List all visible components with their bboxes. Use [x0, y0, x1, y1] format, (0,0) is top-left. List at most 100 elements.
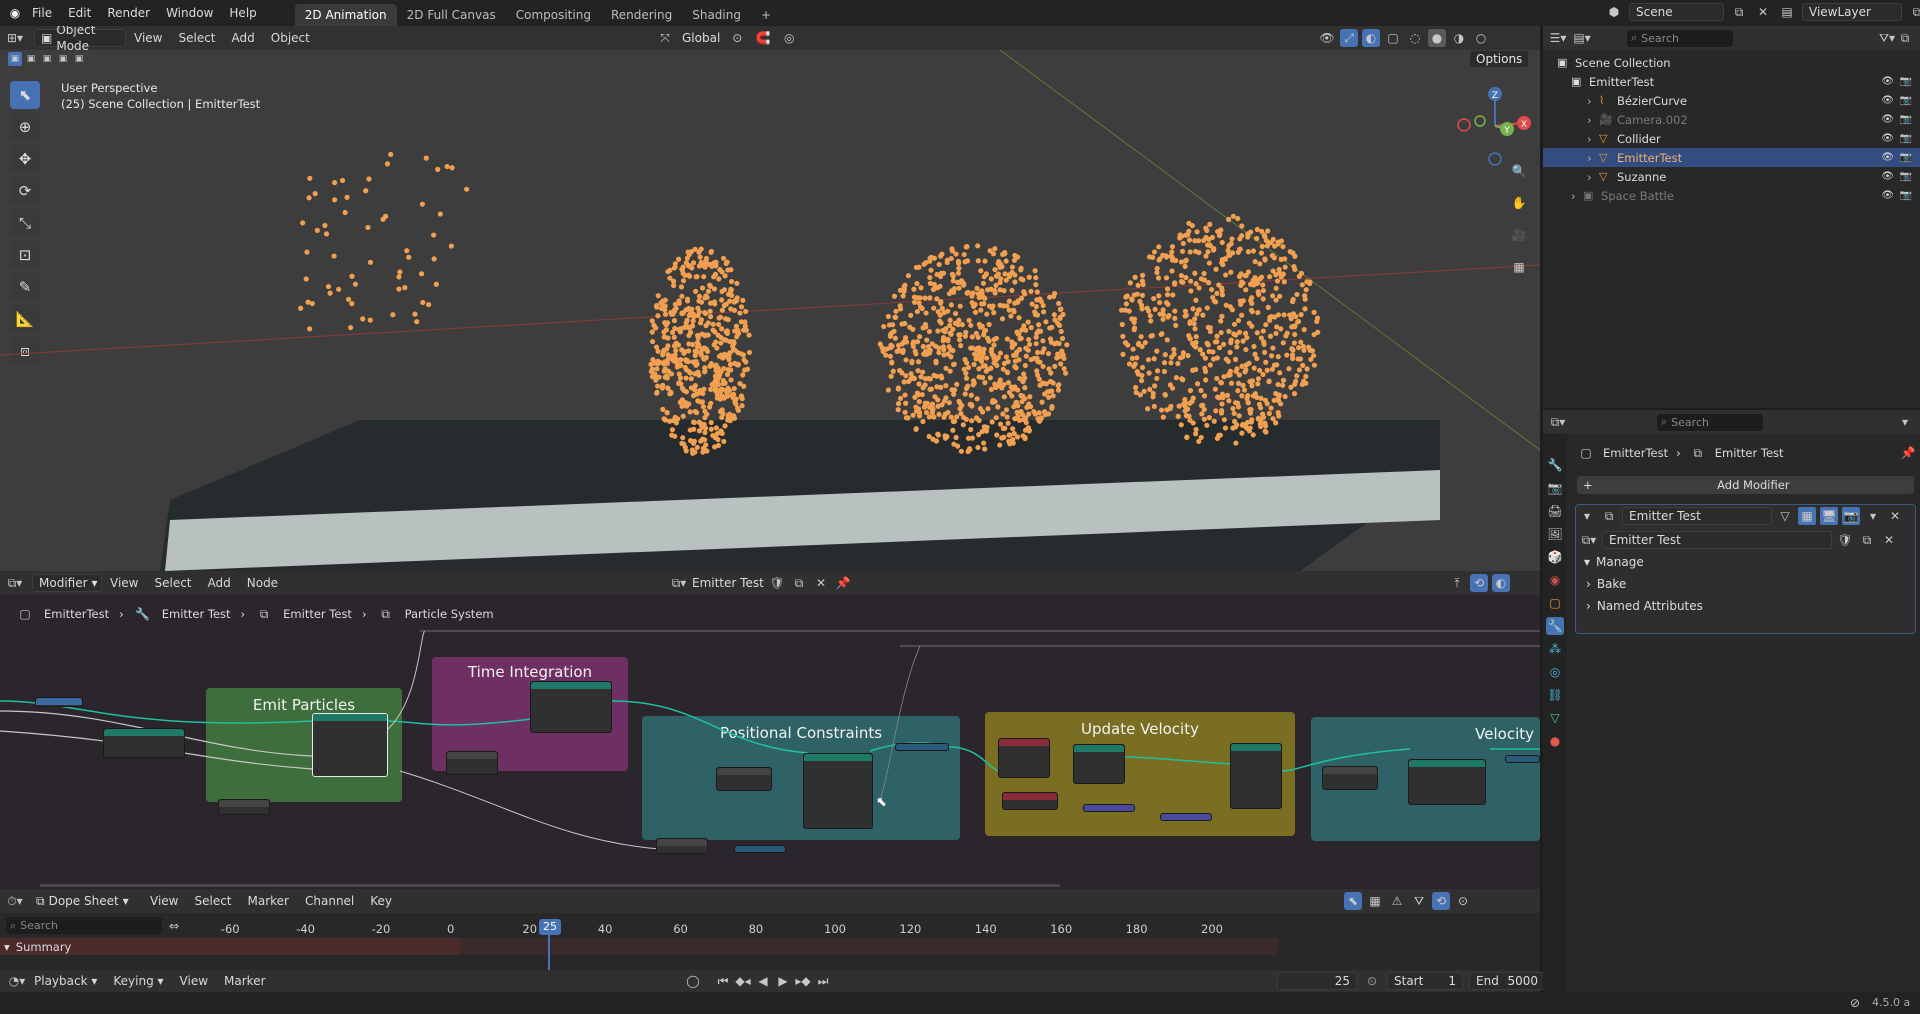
outliner-item[interactable]: › ▽ EmitterTest 👁 📷 — [1543, 148, 1920, 167]
end-frame-field[interactable]: End 5000 — [1469, 972, 1545, 990]
node-divide[interactable] — [1160, 813, 1212, 821]
world-tab-icon[interactable]: ◉ — [1546, 571, 1564, 589]
expand-chevron-icon[interactable]: › — [1587, 94, 1599, 108]
node-move-particles[interactable] — [530, 681, 612, 733]
visibility-eye-icon[interactable]: 👁 — [1881, 171, 1894, 182]
tab-2d-animation[interactable]: 2D Animation — [294, 4, 397, 26]
new-view-layer-icon[interactable]: ⧉ — [1908, 3, 1920, 21]
data-tab-icon[interactable]: ▽ — [1546, 709, 1564, 727]
add-modifier-button[interactable]: + Add Modifier — [1577, 476, 1914, 494]
visibility-eye-icon[interactable]: 👁 — [1881, 152, 1894, 163]
proportional-icon[interactable]: ⊙ — [1454, 892, 1472, 910]
start-frame-field[interactable]: Start 1 — [1387, 972, 1463, 990]
solid-shading-icon[interactable]: ● — [1428, 29, 1446, 47]
summary-track[interactable] — [460, 938, 1278, 955]
scene-selector[interactable]: Scene — [1629, 3, 1724, 21]
node-capture-attribute[interactable] — [1073, 744, 1125, 784]
filter-icon[interactable]: ⛛▾ — [1878, 29, 1896, 47]
render-tab-icon[interactable]: 📷 — [1546, 479, 1564, 497]
snap-icon[interactable]: 🧲 — [754, 29, 772, 47]
properties-editor[interactable]: ⧉▾ ⌕ Search ▾ 🔧 📷 🖨 🖼 🎲 ◉ ▢ 🔧 ⁂ ◎ ⛓ ▽ ● ▢… — [1543, 410, 1920, 992]
wireframe-shading-icon[interactable]: ◌ — [1406, 29, 1424, 47]
delete-scene-icon[interactable]: ✕ — [1754, 3, 1772, 21]
render-visibility-icon[interactable]: 📷 — [1900, 133, 1912, 144]
scene-tab-icon[interactable]: 🎲 — [1546, 548, 1564, 566]
tab-shading[interactable]: Shading — [682, 4, 751, 26]
dope-sheet-editor-icon[interactable]: ⏱▾ — [6, 892, 24, 910]
menu-view[interactable]: View — [172, 974, 216, 988]
rendered-shading-icon[interactable]: ○ — [1472, 29, 1490, 47]
visibility-eye-icon[interactable]: 👁 — [1881, 190, 1894, 201]
node-group-input[interactable] — [218, 799, 270, 815]
menu-select[interactable]: Select — [186, 894, 239, 908]
blender-logo-icon[interactable]: ◉ — [6, 4, 24, 22]
pan-icon[interactable]: ✋ — [1506, 190, 1532, 216]
outliner[interactable]: ☰▾ ▤▾ ⌕ Search ⛛▾ ⧉ ▣ Scene Collection ▣ Emi… — [1543, 26, 1920, 408]
node-add-particles[interactable] — [312, 713, 388, 777]
camera-view-icon[interactable]: 🎥 — [1506, 222, 1532, 248]
node-editor[interactable]: ⧉▾ Modifier ▾ View Select Add Node ⧉▾ Emi… — [0, 571, 1540, 889]
collapse-icon[interactable]: ▾ — [1578, 507, 1596, 525]
expand-chevron-icon[interactable]: › — [1571, 189, 1583, 203]
outliner-item[interactable]: ▣ Scene Collection — [1543, 53, 1920, 72]
outliner-item[interactable]: › ▣ Space Battle 👁 📷 — [1543, 186, 1920, 205]
outliner-search[interactable]: ⌕ Search — [1627, 29, 1733, 47]
ortho-toggle-icon[interactable]: ▦ — [1506, 254, 1532, 280]
outliner-item[interactable]: › ⌇ BézierCurve 👁 📷 — [1543, 91, 1920, 110]
node-position[interactable] — [1002, 792, 1058, 810]
duplicate-icon[interactable]: ⧉ — [1858, 531, 1876, 549]
render-icon[interactable]: 📷 — [1842, 507, 1860, 525]
view-layer-selector[interactable]: ViewLayer — [1802, 3, 1902, 21]
expand-chevron-icon[interactable]: › — [1587, 170, 1599, 184]
view-layer-tab-icon[interactable]: 🖼 — [1546, 525, 1564, 543]
object-tab-icon[interactable]: ▢ — [1546, 594, 1564, 612]
outliner-item[interactable]: › ▽ Collider 👁 📷 — [1543, 129, 1920, 148]
chevron-down-icon[interactable]: ▾ — [1896, 413, 1914, 431]
viewport-3d[interactable]: ⊞▾ ▣ Object Mode View Select Add Object ⤧… — [0, 26, 1540, 571]
new-collection-icon[interactable]: ⧉ — [1896, 29, 1914, 47]
jump-end-icon[interactable]: ⏭ — [814, 972, 832, 990]
current-frame-indicator[interactable]: 25 — [539, 919, 561, 935]
visibility-icon[interactable]: 👁 — [1318, 29, 1336, 47]
constraints-tab-icon[interactable]: ⛓ — [1546, 686, 1564, 704]
summary-channel[interactable]: ▾ Summary — [0, 938, 460, 955]
modifier-menu-icon[interactable]: ▾ — [1864, 507, 1882, 525]
show-hidden-icon[interactable]: ▦ — [1366, 892, 1384, 910]
jump-keyframe-forward-icon[interactable]: ▸◆ — [794, 972, 812, 990]
menu-view[interactable]: View — [126, 31, 170, 45]
dope-sheet-mode-selector[interactable]: ⧉ Dope Sheet ▾ — [30, 892, 142, 910]
play-icon[interactable]: ▶ — [774, 972, 792, 990]
panel-bake[interactable]: › Bake — [1576, 573, 1915, 595]
node-math[interactable] — [734, 845, 786, 853]
outliner-item[interactable]: ▣ EmitterTest 👁 📷 — [1543, 72, 1920, 91]
outliner-item[interactable]: › ▽ Suzanne 👁 📷 — [1543, 167, 1920, 186]
render-visibility-icon[interactable]: 📷 — [1900, 171, 1912, 182]
node-subtract[interactable] — [1083, 804, 1135, 812]
fake-user-icon[interactable]: 🛡 — [1836, 531, 1854, 549]
menu-playback[interactable]: Playback ▾ — [26, 974, 105, 988]
node-group-input[interactable] — [1322, 766, 1378, 790]
menu-window[interactable]: Window — [158, 0, 221, 26]
xray-icon[interactable]: ▢ — [1384, 29, 1402, 47]
output-tab-icon[interactable]: 🖨 — [1546, 502, 1564, 520]
jump-start-icon[interactable]: ⏮ — [714, 972, 732, 990]
particles-tab-icon[interactable]: ⁂ — [1546, 640, 1564, 658]
render-visibility-icon[interactable]: 📷 — [1900, 95, 1912, 106]
menu-help[interactable]: Help — [221, 0, 264, 26]
pivot-icon[interactable]: ⊙ — [728, 29, 746, 47]
expand-chevron-icon[interactable]: › — [1587, 132, 1599, 146]
node-named-attribute[interactable] — [998, 738, 1050, 778]
overlay-icon[interactable]: ◐ — [1362, 29, 1380, 47]
view-layer-icon[interactable]: ▤ — [1778, 3, 1796, 21]
menu-file[interactable]: File — [24, 0, 60, 26]
node-group-input[interactable] — [35, 697, 83, 707]
filter-icon[interactable]: ⛛ — [1410, 892, 1428, 910]
timeline-editor-icon[interactable]: ◔▾ — [8, 972, 26, 990]
menu-render[interactable]: Render — [99, 0, 158, 26]
proportional-edit-icon[interactable]: ◎ — [780, 29, 798, 47]
menu-view[interactable]: View — [142, 894, 186, 908]
node-age-particles[interactable] — [103, 728, 185, 758]
only-selected-icon[interactable]: ⬉ — [1344, 892, 1362, 910]
outliner-editor-icon[interactable]: ☰▾ — [1549, 29, 1567, 47]
expand-chevron-icon[interactable]: › — [1587, 151, 1599, 165]
